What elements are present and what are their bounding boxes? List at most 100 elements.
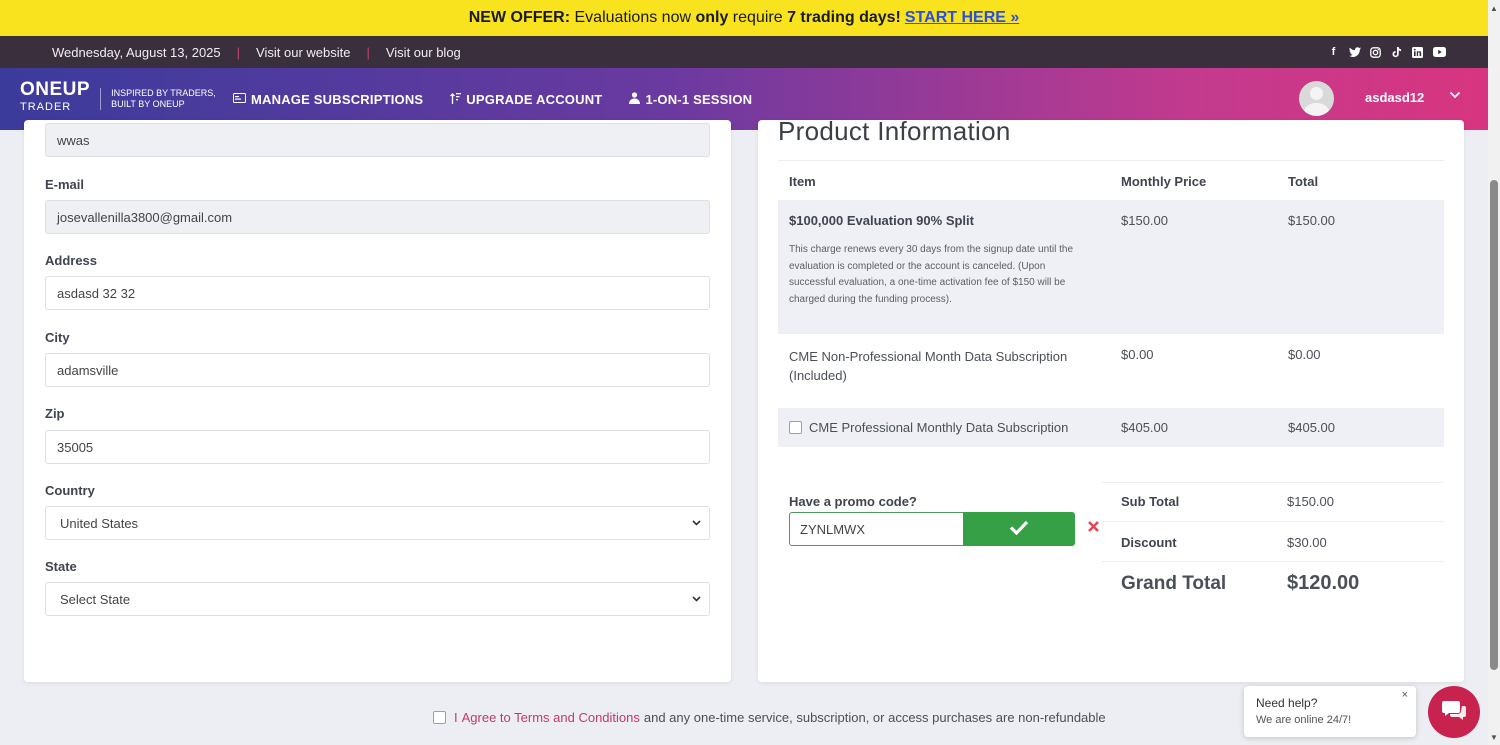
chat-popup[interactable]: Need help? We are online 24/7! × [1244,686,1416,737]
chat-launcher-button[interactable] [1428,686,1480,738]
sub-total-label: Sub Total [1121,494,1180,509]
tagline-line-1: INSPIRED BY TRADERS, [111,87,216,98]
address-label: Address [45,253,98,268]
divider: | [366,44,370,60]
promo-code-label: Have a promo code? [789,494,917,509]
card-icon [233,92,246,106]
logo-tagline: INSPIRED BY TRADERS, BUILT BY ONEUP [100,87,216,110]
promo-text-days: 7 trading days! [787,9,901,26]
state-label: State [45,559,77,574]
session-icon [629,91,641,107]
top-info-bar: Wednesday, August 13, 2025 | Visit our w… [0,36,1488,68]
email-field[interactable]: josevallenilla3800@gmail.com [45,200,710,234]
divider [1101,561,1444,562]
apply-promo-button[interactable] [963,512,1075,546]
row-monthly-price: $150.00 [1121,213,1168,228]
oneup-logo[interactable]: ONEUP TRADER INSPIRED BY TRADERS, BUILT … [20,79,216,115]
row-monthly-price: $405.00 [1121,420,1168,435]
product-info-card: Product Information Item Monthly Price T… [758,116,1464,682]
upgrade-icon [450,92,462,107]
youtube-icon[interactable] [1433,46,1446,58]
product-table-header: Item Monthly Price Total [778,160,1444,200]
divider: | [236,44,241,60]
city-field[interactable]: adamsville [45,353,710,387]
city-label: City [45,330,70,345]
chevron-down-icon [692,518,701,529]
state-select[interactable]: Select State [45,582,710,616]
chevron-down-icon[interactable] [1449,88,1461,102]
row-item-name: CME Non-Professional Month Data Subscrip… [789,349,1068,383]
chevron-down-icon [692,594,701,605]
scroll-up-icon[interactable]: ▲ [1490,4,1498,13]
row-item-note: This charge renews every 30 days from th… [789,244,1074,305]
sub-total-value: $150.00 [1287,494,1334,509]
row-total: $405.00 [1288,420,1335,435]
chat-subtitle: We are online 24/7! [1256,714,1352,726]
nav-upgrade-account-label: UPGRADE ACCOUNT [466,91,603,107]
email-label: E-mail [45,177,85,192]
country-select-value: United States [60,515,139,531]
username[interactable]: asdasd12 [1365,90,1424,105]
terms-link[interactable]: Agree to Terms and Conditions [462,710,640,725]
promo-text-only: only [695,9,729,26]
divider [1101,482,1444,483]
name-field[interactable]: wwas [45,123,710,157]
agree-suffix: and any one-time service, subscription, … [643,710,1106,725]
nav-manage-subscriptions[interactable]: MANAGE SUBSCRIPTIONS [233,92,423,107]
product-info-title: Product Information [778,116,1011,146]
twitter-icon[interactable] [1349,46,1361,58]
user-avatar[interactable] [1299,81,1334,116]
zip-label: Zip [45,406,65,421]
nav-one-on-one-session[interactable]: 1-ON-1 SESSION [629,92,752,107]
column-header-total: Total [1288,174,1319,189]
grand-total-label: Grand Total [1121,573,1227,594]
nav-upgrade-account[interactable]: UPGRADE ACCOUNT [450,92,602,107]
promo-offer-label: NEW OFFER: [468,9,571,26]
page-scrollbar[interactable]: ▲ ▼ [1488,0,1500,745]
logo-sub-text: TRADER [20,101,72,113]
state-select-value: Select State [60,591,131,607]
chat-icon [1441,699,1467,726]
discount-value: $30.00 [1287,535,1327,550]
country-label: Country [45,483,95,498]
promo-code-input[interactable]: ZYNLMWX [789,512,965,546]
table-row: CME Non-Professional Month Data Subscrip… [778,334,1444,408]
promo-text-b: require [728,9,788,26]
row-item-name: $100,000 Evaluation 90% Split [789,213,974,228]
grand-total-value: $120.00 [1287,572,1360,594]
facebook-icon[interactable]: f [1328,46,1339,58]
billing-form-card: wwas E-mail josevallenilla3800@gmail.com… [24,120,731,682]
scrollbar-thumb[interactable] [1490,180,1498,670]
cme-professional-checkbox[interactable] [789,421,802,434]
instagram-icon[interactable] [1370,46,1381,58]
nav-one-on-one-session-label: 1-ON-1 SESSION [645,91,753,107]
visit-blog-link[interactable]: Visit our blog [386,45,461,60]
row-total: $0.00 [1288,347,1321,362]
social-links: f [1328,36,1446,68]
start-here-link[interactable]: START HERE » [905,9,1019,27]
country-select[interactable]: United States [45,506,710,540]
current-date: Wednesday, August 13, 2025 [52,44,221,60]
terms-agreement: I Agree to Terms and Conditions and any … [433,710,1106,725]
tiktok-icon[interactable] [1391,46,1402,58]
check-icon [1009,518,1029,541]
table-row: CME Professional Monthly Data Subscripti… [778,408,1444,447]
linkedin-icon[interactable] [1412,46,1423,58]
scroll-down-icon[interactable]: ▼ [1490,733,1498,742]
row-item-name: CME Professional Monthly Data Subscripti… [809,420,1069,435]
close-icon[interactable]: × [1402,689,1408,701]
column-header-item: Item [789,174,816,189]
column-header-monthly-price: Monthly Price [1121,174,1207,189]
logo-wordmark: ONEUP TRADER [20,79,91,115]
chat-title: Need help? [1256,696,1318,710]
logo-main-text: ONEUP [20,79,91,100]
promo-text-a: Evaluations now [570,9,696,26]
agree-terms-checkbox[interactable] [433,711,446,724]
zip-field[interactable]: 35005 [45,430,710,464]
remove-promo-button[interactable] [1087,517,1100,538]
discount-label: Discount [1121,535,1177,550]
row-monthly-price: $0.00 [1121,347,1154,362]
nav-manage-subscriptions-label: MANAGE SUBSCRIPTIONS [251,91,424,107]
address-field[interactable]: asdasd 32 32 [45,276,710,310]
visit-website-link[interactable]: Visit our website [256,45,350,60]
